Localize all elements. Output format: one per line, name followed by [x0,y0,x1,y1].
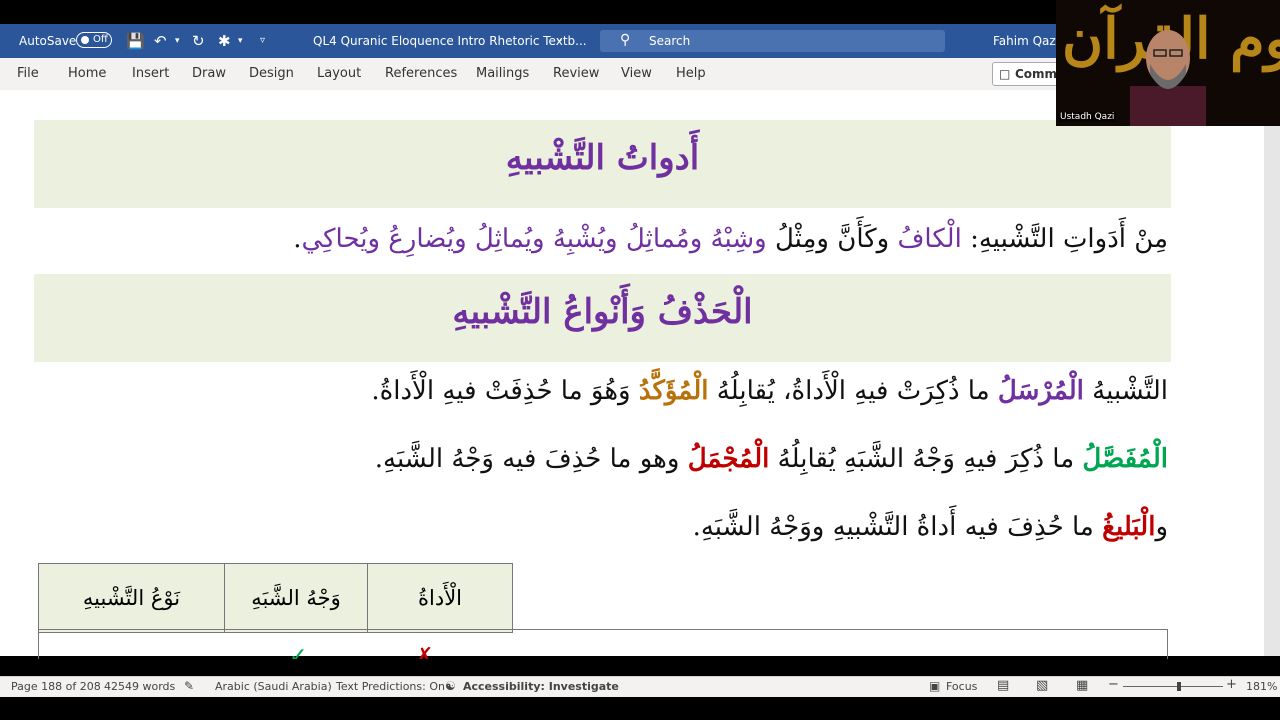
term-baligh: الْبَليغُ [1102,512,1156,542]
text-run: وهو ما حُذِفَ فيه وَجْهُ الشَّبَهِ. [374,444,688,474]
autosave-label: AutoSave [19,34,77,48]
print-layout-icon[interactable]: ▧ [1036,678,1048,693]
menu-help[interactable]: Help [676,66,706,81]
text-run: ما حُذِفَ فيه أَداةُ التَّشْبيهِ ووَجْهُ… [692,512,1103,542]
menu-mailings[interactable]: Mailings [476,66,529,81]
heading-adawat: أَدواتُ التَّشْبيهِ [505,138,700,178]
tool-word: ويُشْبِهُ [552,224,618,254]
accessibility-icon[interactable]: ☯ [445,679,456,693]
presenter-label: Ustadh Qazi [1058,112,1117,122]
header-naw: نَوْعُ التَّشْبيهِ [38,563,225,633]
check-mark-icon: ✓ [289,644,308,659]
search-placeholder: Search [649,34,691,48]
undo-icon[interactable]: ↶ [154,32,167,50]
zoom-level[interactable]: 181% [1246,680,1277,693]
menu-home[interactable]: Home [68,66,106,81]
tool-word: ويُماثِلُ [474,224,545,254]
heading-hadhf: الْحَذْفُ وَأَنْواعُ التَّشْبيهِ [452,292,753,332]
table-header-row: الْأَداةُ وَجْهُ الشَّبَهِ نَوْعُ التَّش… [38,563,513,633]
text-run: وَهُوَ ما حُذِفَتْ فيهِ الْأَداةُ. [371,376,639,406]
zoom-slider-track[interactable] [1123,686,1223,687]
toggle-knob [81,36,89,44]
word-count[interactable]: 42549 words [104,680,175,693]
zoom-out-icon[interactable]: − [1108,677,1119,692]
tools-prefix: مِنْ أَدَواتِ التَّشْبيهِ: [961,224,1168,254]
chevron-down-icon[interactable]: ▾ [238,32,243,50]
text-run: التَّشْبيهُ [1083,376,1168,406]
autosave-state: Off [93,34,108,45]
tool-word: ومِثْلُ [774,224,829,254]
header-wajh: وَجْهُ الشَّبَهِ [224,563,368,633]
presenter-video [1130,30,1206,126]
autosave-toggle[interactable]: Off [76,32,112,48]
heading-band: الْحَذْفُ وَأَنْواعُ التَّشْبيهِ [34,274,1171,362]
heading-band: أَدواتُ التَّشْبيهِ [34,120,1171,208]
term-muakkad: الْمُؤَكَّدُ [638,376,709,406]
user-name[interactable]: Fahim Qazi [993,34,1059,48]
tool-word: وكَأَنَّ [837,224,890,254]
zoom-slider-thumb[interactable] [1177,682,1181,691]
header-adat: الْأَداةُ [367,563,513,633]
chevron-down-icon[interactable]: ⌄ [555,32,564,45]
comment-icon: □ [999,67,1011,81]
tools-line: مِنْ أَدَواتِ التَّشْبيهِ: الْكافُ وكَأَ… [293,224,1168,254]
redo-icon[interactable]: ↻ [192,32,205,50]
text-run: و [1155,512,1168,542]
document-title[interactable]: QL4 Quranic Eloquence Intro Rhetoric Tex… [313,34,587,48]
focus-icon[interactable]: ▣ [929,679,940,693]
menu-view[interactable]: View [621,66,652,81]
menu-layout[interactable]: Layout [317,66,361,81]
text-run: ما ذُكِرَتْ فيهِ الْأَداةُ، يُقابِلُهُ [708,376,998,406]
menu-insert[interactable]: Insert [132,66,169,81]
term-mujmal: الْمُجْمَلُ [687,444,770,474]
webcam-overlay: علوم القرآن Ustadh Qazi [1056,0,1280,126]
accessibility-status[interactable]: Accessibility: Investigate [463,680,619,693]
page-count[interactable]: Page 188 of 208 [11,680,101,693]
menu-file[interactable]: File [17,66,39,81]
mursal-line: التَّشْبيهُ الْمُرْسَلُ ما ذُكِرَتْ فيهِ… [371,376,1168,406]
tool-word: الْكافُ [897,224,962,254]
term-mufassal: الْمُفَصَّلُ [1082,444,1168,474]
comments-label: Comm [1015,67,1058,81]
read-mode-icon[interactable]: ▤ [997,678,1009,693]
focus-label[interactable]: Focus [946,680,977,693]
format-painter-icon[interactable]: ✱ [218,32,231,50]
cross-mark-icon: ✗ [415,644,434,659]
save-icon[interactable]: 💾 [126,32,145,50]
language[interactable]: Arabic (Saudi Arabia) [215,680,332,693]
search-icon: ⚲ [620,32,631,48]
term-mursal: الْمُرْسَلُ [997,376,1084,406]
proofing-icon[interactable]: ✎ [184,679,194,693]
text-predictions[interactable]: Text Predictions: On [336,680,445,693]
search-box[interactable]: ⚲ Search [600,30,945,52]
customize-toolbar-icon[interactable]: ▿ [260,32,265,50]
baligh-line: والْبَليغُ ما حُذِفَ فيه أَداةُ التَّشْب… [693,512,1168,542]
tool-word: ومُماثِلُ [625,224,703,254]
chevron-down-icon[interactable]: ▾ [175,32,180,50]
menu-draw[interactable]: Draw [192,66,226,81]
menu-references[interactable]: References [385,66,457,81]
menu-review[interactable]: Review [553,66,599,81]
tool-word: وشِبْهُ [710,224,767,254]
status-bar: Page 188 of 208 42549 words ✎ Arabic (Sa… [0,676,1280,697]
mufassal-line: الْمُفَصَّلُ ما ذُكِرَ فيهِ وَجْهُ الشَّ… [375,444,1168,474]
page-margin [1264,90,1280,656]
menu-design[interactable]: Design [249,66,294,81]
text-run: ما ذُكِرَ فيهِ وَجْهُ الشَّبَهِ يُقابِلُ… [769,444,1083,474]
zoom-in-icon[interactable]: + [1226,677,1237,692]
table-row: ✗ ✓ [38,629,1168,659]
tashbih-table[interactable]: الْأَداةُ وَجْهُ الشَّبَهِ نَوْعُ التَّش… [38,563,513,633]
web-layout-icon[interactable]: ▦ [1076,678,1088,693]
tool-word: ويُحاكِي [301,224,381,254]
tool-word: ويُضارِعُ [388,224,467,254]
